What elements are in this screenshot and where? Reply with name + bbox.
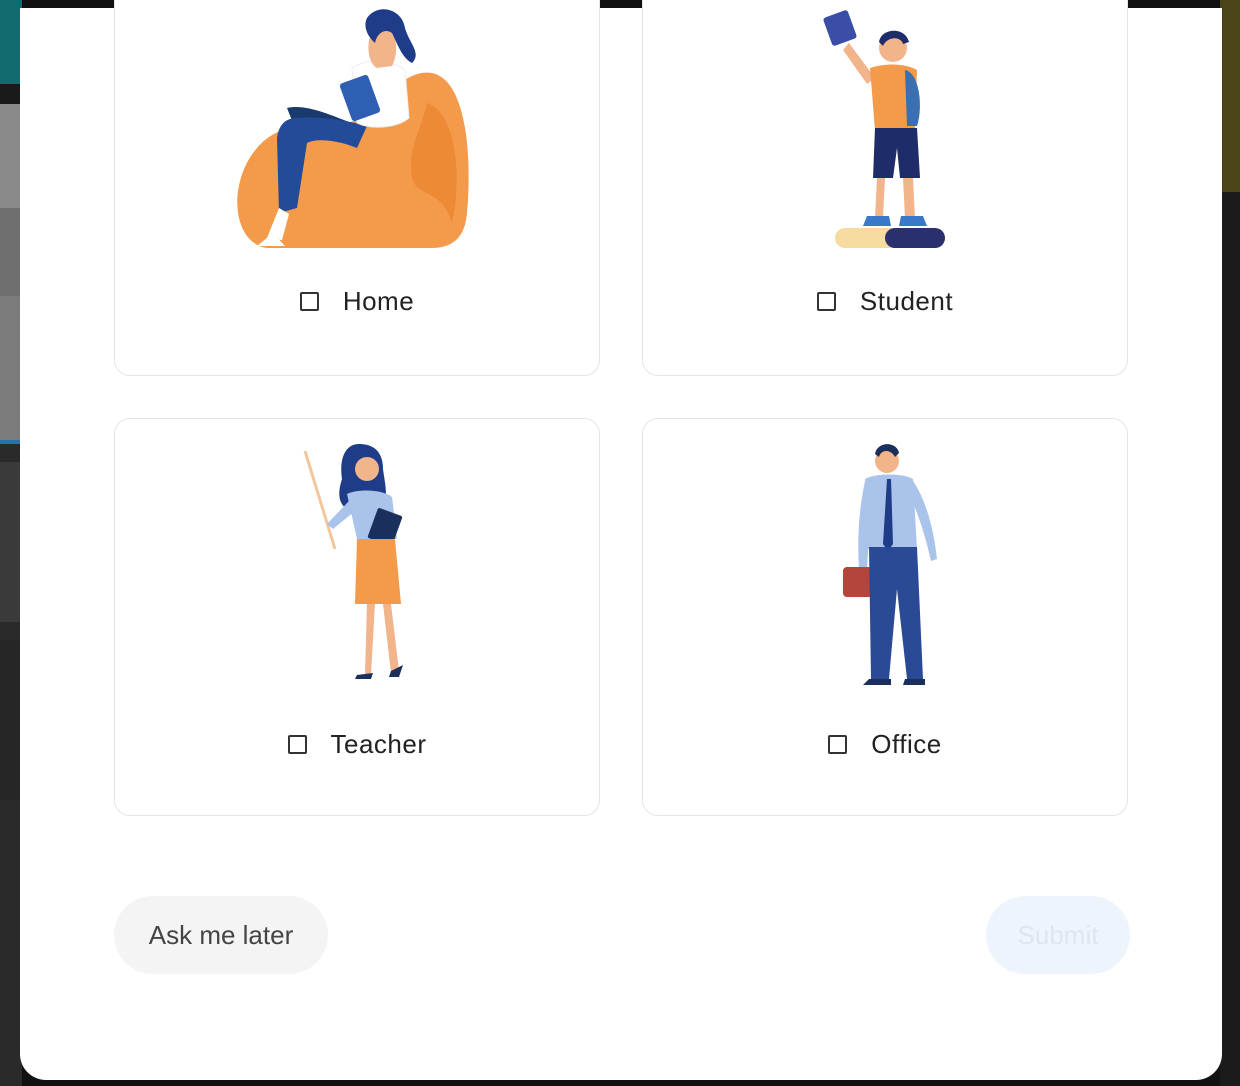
- option-card-teacher[interactable]: Teacher: [114, 418, 600, 816]
- checkbox-office[interactable]: [828, 735, 848, 754]
- option-card-office[interactable]: Office: [642, 418, 1128, 816]
- option-office[interactable]: Office: [643, 729, 1127, 760]
- woman-reading-on-beanbag-illustration: [115, 8, 599, 253]
- option-card-student[interactable]: Student: [642, 0, 1128, 376]
- student-on-books-illustration: [643, 8, 1127, 253]
- checkbox-student[interactable]: [816, 292, 836, 311]
- option-student[interactable]: Student: [643, 286, 1127, 317]
- option-card-home[interactable]: Home: [114, 0, 600, 376]
- submit-button[interactable]: Submit: [986, 896, 1130, 974]
- option-home[interactable]: Home: [115, 286, 599, 317]
- checkbox-teacher[interactable]: [287, 735, 307, 754]
- option-label-student: Student: [859, 286, 954, 316]
- office-worker-with-briefcase-illustration: [643, 439, 1127, 689]
- teacher-with-pointer-illustration: [115, 439, 599, 689]
- background-app-right-edge: [1220, 0, 1240, 1086]
- option-label-office: Office: [871, 729, 942, 759]
- background-app-left-edge: [0, 0, 22, 1086]
- usage-selection-dialog: Home Student Teacher Office Ask me later…: [20, 0, 1222, 1080]
- ask-me-later-button[interactable]: Ask me later: [114, 896, 328, 974]
- checkbox-home[interactable]: [299, 292, 319, 311]
- option-label-teacher: Teacher: [330, 729, 427, 759]
- option-label-home: Home: [342, 286, 415, 316]
- option-teacher[interactable]: Teacher: [115, 729, 599, 760]
